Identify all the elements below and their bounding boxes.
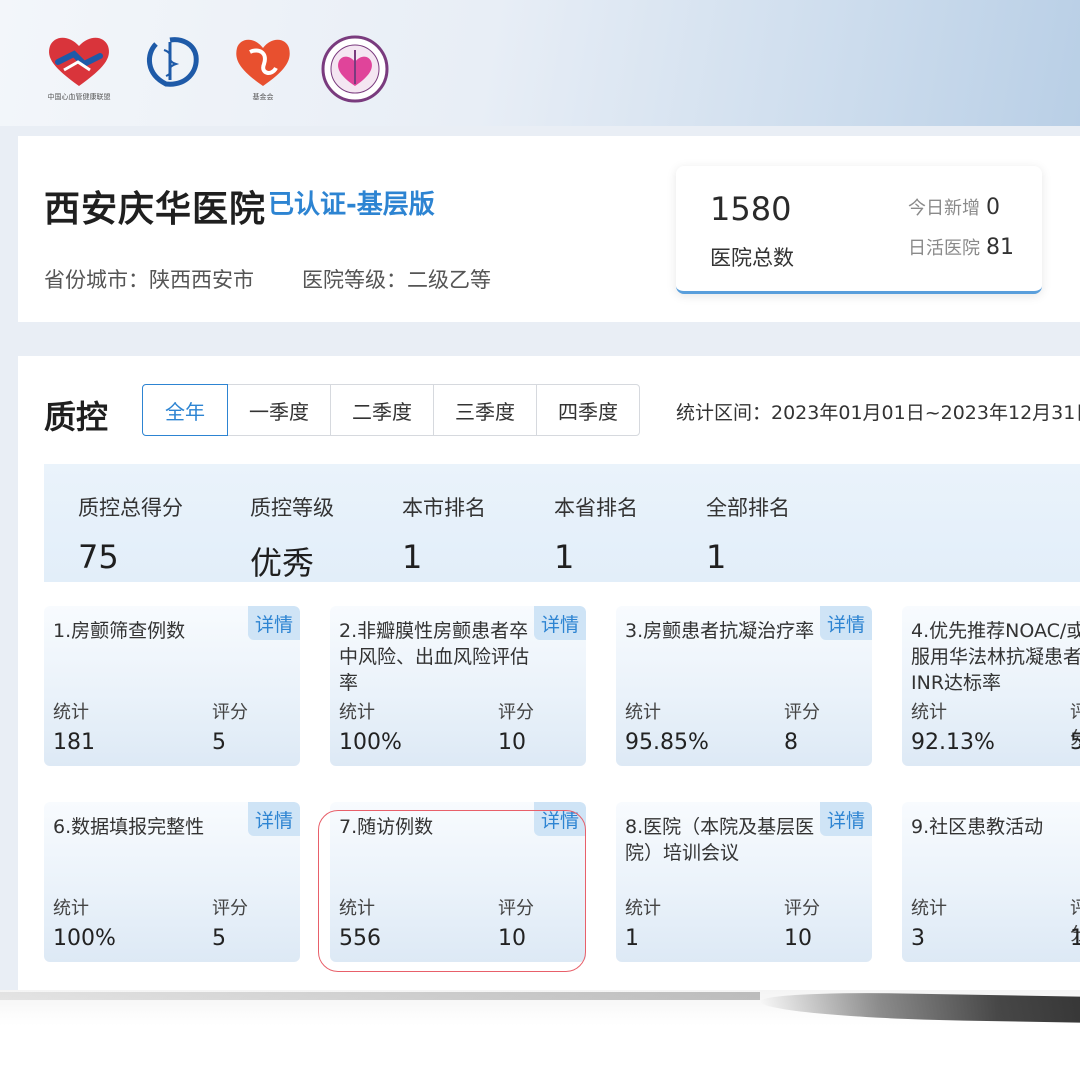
stat-value: 92.13%: [911, 730, 995, 755]
hospital-info-card: 西安庆华医院 已认证-基层版 省份城市：陕西西安市 医院等级：二级乙等 1580…: [18, 136, 1080, 322]
details-button[interactable]: 详情: [820, 802, 872, 836]
metric-title: 6.数据填报完整性: [53, 816, 205, 838]
metric-card: 7.随访例数 详情 统计 评分 556 10: [330, 802, 586, 962]
stat-label: 统计: [53, 702, 89, 723]
hospital-name: 西安庆华医院: [44, 189, 267, 230]
summary-value: 75: [78, 538, 119, 576]
certification-badge: 已认证-基层版: [268, 190, 435, 220]
daily-active-row: 日活医院 81: [908, 234, 1014, 260]
details-button[interactable]: 详情: [534, 606, 586, 640]
heart-hands-icon: [49, 37, 109, 86]
today-new-label: 今日新增: [908, 198, 980, 219]
score-value: 1: [1070, 926, 1080, 951]
details-button[interactable]: 详情: [248, 802, 300, 836]
round-seal-icon: [321, 35, 389, 103]
hospital-level: 医院等级：二级乙等: [302, 268, 491, 292]
daily-active-value: 81: [986, 235, 1014, 260]
heart-foundation-logo: 基金会: [228, 34, 298, 106]
metric-title: 7.随访例数: [339, 816, 434, 838]
score-value: 10: [498, 730, 526, 755]
stat-label: 统计: [625, 702, 661, 723]
tab-full-year[interactable]: 全年: [142, 384, 228, 436]
stat-value: 100%: [53, 926, 116, 951]
today-new-value: 0: [986, 195, 1000, 220]
heart-hands-logo: 中国心血管健康联盟: [44, 34, 114, 106]
metric-card: 3.房颤患者抗凝治疗率 详情 统计 评分 95.85% 8: [616, 606, 872, 766]
stat-value: 100%: [339, 730, 402, 755]
score-value: 10: [784, 926, 812, 951]
stat-value: 95.85%: [625, 730, 709, 755]
stat-label: 统计: [911, 898, 947, 919]
metric-card: 9.社区患教活动 统计 评分 3 1: [902, 802, 1080, 962]
metric-card: 6.数据填报完整性 详情 统计 评分 100% 5: [44, 802, 300, 962]
metric-card: 1.房颤筛查例数 详情 统计 评分 181 5: [44, 606, 300, 766]
tab-q3[interactable]: 三季度: [433, 384, 537, 436]
logo-caption: 基金会: [252, 93, 274, 101]
stat-value: 181: [53, 730, 95, 755]
stat-value: 3: [911, 926, 925, 951]
round-seal-logo: [320, 34, 390, 106]
metric-title: 3.房颤患者抗凝治疗率: [625, 620, 815, 642]
metric-title: 1.房颤筛查例数: [53, 620, 186, 642]
metric-title: 8.医院（本院及基层医院）培训会议: [625, 816, 815, 864]
summary-label: 质控总得分: [78, 496, 183, 520]
stat-label: 统计: [911, 702, 947, 723]
province-city: 省份城市：陕西西安市: [44, 268, 254, 292]
medical-staff-logo: [136, 34, 206, 106]
total-hospitals-label: 医院总数: [710, 246, 794, 270]
daily-active-label: 日活医院: [908, 238, 980, 259]
summary-value: 1: [554, 538, 575, 576]
metric-title: 9.社区患教活动: [911, 816, 1044, 838]
score-value: 5: [212, 730, 226, 755]
stat-label: 统计: [339, 898, 375, 919]
score-label: 评分: [784, 702, 820, 723]
metric-card: 2.非瓣膜性房颤患者卒中风险、出血风险评估率 详情 统计 评分 100% 10: [330, 606, 586, 766]
summary-label: 全部排名: [706, 496, 790, 520]
stat-label: 统计: [53, 898, 89, 919]
score-value: 8: [784, 730, 798, 755]
details-button[interactable]: 详情: [534, 802, 586, 836]
summary-label: 质控等级: [250, 496, 334, 520]
metric-title: 4.优先推荐NOAC/或服用华法林抗凝患者INR达标率: [911, 620, 1080, 694]
metric-card: 8.医院（本院及基层医院）培训会议 详情 统计 评分 1 10: [616, 802, 872, 962]
details-button[interactable]: 详情: [820, 606, 872, 640]
stat-value: 556: [339, 926, 381, 951]
tab-q2[interactable]: 二季度: [330, 384, 434, 436]
score-value: 5: [1070, 730, 1080, 755]
summary-value: 优秀: [250, 544, 315, 582]
score-value: 5: [212, 926, 226, 951]
section-title: 质控: [44, 398, 109, 436]
score-value: 10: [498, 926, 526, 951]
score-label: 评分: [498, 898, 534, 919]
summary-label: 本市排名: [402, 496, 486, 520]
total-hospitals-value: 1580: [710, 190, 792, 228]
caduceus-icon: [146, 37, 199, 87]
details-button[interactable]: 详情: [248, 606, 300, 640]
summary-value: 1: [706, 538, 727, 576]
score-label: 评分: [212, 702, 248, 723]
metric-card: 4.优先推荐NOAC/或服用华法林抗凝患者INR达标率 统计 评分 92.13%…: [902, 606, 1080, 766]
metric-title: 2.非瓣膜性房颤患者卒中风险、出血风险评估率: [339, 620, 530, 694]
stat-label: 统计: [339, 702, 375, 723]
stat-label: 统计: [625, 898, 661, 919]
summary-value: 1: [402, 538, 423, 576]
logo-strip: 中国心血管健康联盟 基金会: [44, 34, 390, 106]
score-label: 评分: [212, 898, 248, 919]
tab-q4[interactable]: 四季度: [536, 384, 640, 436]
summary-label: 本省排名: [554, 496, 638, 520]
ink-brush-line: [0, 992, 760, 1000]
score-label: 评分: [498, 702, 534, 723]
logo-caption: 中国心血管健康联盟: [47, 93, 111, 101]
statistics-period: 统计区间：2023年01月01日~2023年12月31日: [676, 402, 1080, 424]
tab-q1[interactable]: 一季度: [227, 384, 331, 436]
score-label: 评分: [784, 898, 820, 919]
heart-ribbon-icon: [236, 39, 290, 86]
today-new-row: 今日新增 0: [908, 194, 1000, 220]
period-tabs: 全年 一季度 二季度 三季度 四季度: [142, 384, 640, 436]
stat-value: 1: [625, 926, 639, 951]
summary-bar: 质控总得分 75 质控等级 优秀 本市排名 1 本省排名 1 全部排名 1: [44, 464, 1080, 582]
hospital-stats-box: 1580 医院总数 今日新增 0 日活医院 81: [676, 166, 1042, 294]
